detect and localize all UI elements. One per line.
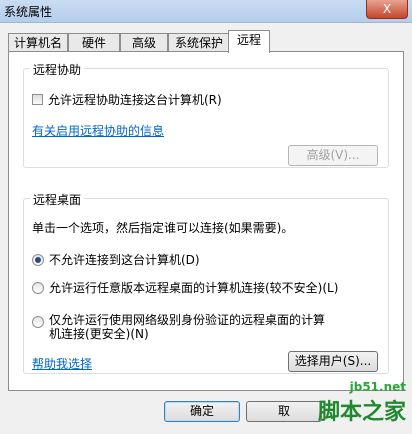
select-users-button[interactable]: 选择用户(S)...	[288, 351, 378, 372]
allow-remote-assistance-checkbox[interactable]	[32, 94, 43, 105]
window-title: 系统属性	[4, 5, 53, 19]
radio-disallow-label: 不允许连接到这台计算机(D)	[49, 253, 200, 267]
remote-assistance-group: 远程协助 允许远程协助连接这台计算机(R) 有关启用远程协助的信息 高级(V).…	[23, 61, 389, 168]
tab-advanced[interactable]: 高级	[120, 33, 168, 52]
radio-allow-nla-only[interactable]	[32, 316, 44, 328]
ok-button[interactable]: 确定	[164, 401, 240, 422]
remote-desktop-instruction: 单击一个选项，然后指定谁可以连接(如果需要)。	[32, 221, 294, 235]
tab-remote[interactable]: 远程	[228, 30, 270, 53]
radio-row-allow-any[interactable]: 允许运行任意版本远程桌面的计算机连接(较不安全)(L)	[32, 279, 338, 296]
radio-row-allow-nla[interactable]: 仅允许运行使用网络级别身份验证的远程桌面的计算 机连接(更安全)(N)	[32, 313, 325, 341]
allow-remote-assistance-row[interactable]: 允许远程协助连接这台计算机(R)	[32, 91, 222, 108]
tab-computer-name[interactable]: 计算机名	[8, 33, 68, 52]
remote-assistance-legend: 远程协助	[30, 61, 85, 78]
tab-strip: 计算机名 硬件 高级 系统保护 远程	[8, 30, 404, 53]
radio-allow-nla-label-line1: 仅允许运行使用网络级别身份验证的远程桌面的计算	[49, 313, 326, 327]
radio-allow-nla-label-line2: 机连接(更安全)(N)	[49, 327, 149, 341]
watermark-text: 脚本之家	[317, 400, 406, 425]
radio-allow-any-label: 允许运行任意版本远程桌面的计算机连接(较不安全)(L)	[49, 281, 339, 295]
help-me-choose-link[interactable]: 帮助我选择	[32, 355, 92, 372]
radio-allow-nla-label: 仅允许运行使用网络级别身份验证的远程桌面的计算 机连接(更安全)(N)	[49, 313, 325, 341]
remote-assistance-info-link[interactable]: 有关启用远程协助的信息	[32, 122, 164, 139]
title-bar: 系统属性 X	[0, 0, 412, 23]
tab-system-protection[interactable]: 系统保护	[168, 33, 230, 52]
watermark-url: jb51.net	[349, 380, 406, 394]
allow-remote-assistance-label: 允许远程协助连接这台计算机(R)	[48, 93, 222, 107]
tab-panel-remote: 远程协助 允许远程协助连接这台计算机(R) 有关启用远程协助的信息 高级(V).…	[8, 51, 404, 391]
remote-desktop-group: 远程桌面 单击一个选项，然后指定谁可以连接(如果需要)。 不允许连接到这台计算机…	[23, 191, 389, 374]
tab-hardware[interactable]: 硬件	[68, 33, 120, 52]
close-button[interactable]: X	[366, 0, 408, 19]
remote-desktop-legend: 远程桌面	[30, 191, 85, 208]
advanced-button[interactable]: 高级(V)...	[288, 145, 378, 166]
watermark: jb51.net 脚本之家	[272, 374, 412, 434]
radio-row-disallow[interactable]: 不允许连接到这台计算机(D)	[32, 251, 200, 268]
radio-disallow-connections[interactable]	[32, 253, 44, 266]
radio-allow-any-version[interactable]	[32, 281, 44, 294]
